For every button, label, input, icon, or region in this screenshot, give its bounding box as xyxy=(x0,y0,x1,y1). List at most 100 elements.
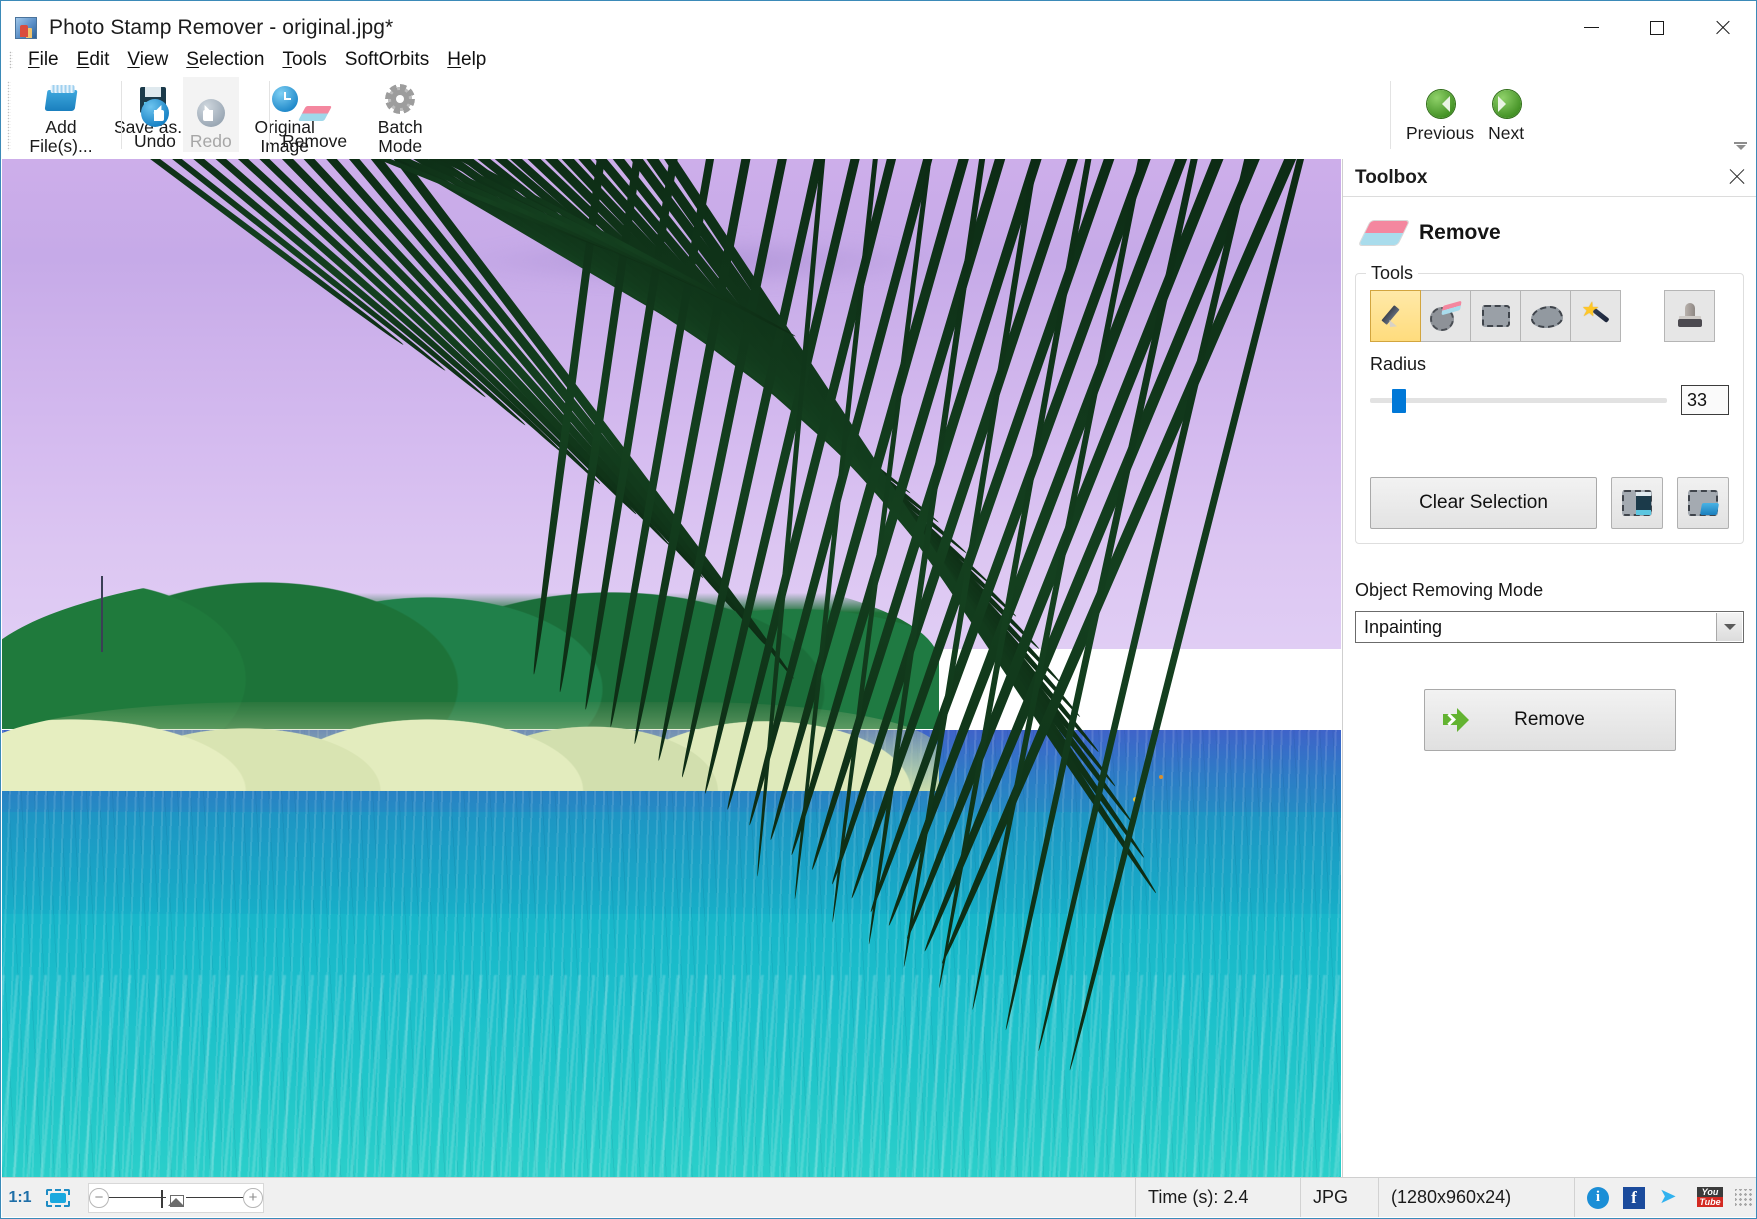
stamp-tool-button[interactable] xyxy=(1664,290,1715,342)
facebook-icon[interactable]: f xyxy=(1623,1187,1645,1209)
minimize-icon xyxy=(1584,27,1599,28)
undo-label: Undo xyxy=(134,132,176,151)
fit-to-window-button[interactable] xyxy=(38,1178,78,1217)
island-headland xyxy=(2,567,939,791)
status-social-icons: i f ➤ You Tube xyxy=(1575,1178,1735,1217)
window-title: Photo Stamp Remover - original.jpg* xyxy=(49,16,393,40)
radius-slider-row: 33 xyxy=(1370,385,1729,415)
toolbar-separator-3 xyxy=(1390,81,1391,149)
magic-wand-tool-button[interactable] xyxy=(1570,290,1621,342)
image-dimensions-label: (1280x960x24) xyxy=(1379,1178,1575,1217)
tools-legend: Tools xyxy=(1366,263,1418,284)
object-removing-mode-value: Inpainting xyxy=(1364,617,1442,638)
clear-selection-button[interactable]: Clear Selection xyxy=(1370,477,1597,529)
eraser-icon xyxy=(298,96,332,130)
toolbar-separator-2 xyxy=(269,81,270,149)
next-button[interactable]: Next xyxy=(1481,77,1531,144)
photo-tropical-beach-palm-frond[interactable] xyxy=(2,159,1341,1179)
pencil-icon xyxy=(1381,301,1411,331)
magic-wand-icon xyxy=(1581,302,1611,330)
menu-item-softorbits[interactable]: SoftOrbits xyxy=(336,46,438,74)
zoom-out-button[interactable]: − xyxy=(89,1188,109,1208)
menu-item-file[interactable]: File xyxy=(19,46,68,74)
toolbox-section-title: Remove xyxy=(1419,221,1501,245)
menu-grip xyxy=(9,51,13,69)
zoom-slider[interactable]: − + xyxy=(88,1183,264,1213)
menu-item-edit[interactable]: Edit xyxy=(68,46,119,74)
menu-item-selection[interactable]: Selection xyxy=(177,46,273,74)
rectangle-select-tool-button[interactable] xyxy=(1470,290,1521,342)
undo-button[interactable]: Undo xyxy=(127,77,183,152)
toolbar: Add File(s)... Save as... Undo Redo Orig… xyxy=(1,75,1756,159)
processing-time-label: Time (s): 2.4 xyxy=(1135,1178,1301,1217)
resize-grip[interactable] xyxy=(1735,1189,1753,1207)
menu-item-tools[interactable]: Tools xyxy=(273,46,335,74)
remove-action-label: Remove xyxy=(1425,709,1675,731)
chevron-down-icon[interactable] xyxy=(1716,613,1742,641)
toolbox-title: Toolbox xyxy=(1355,167,1427,189)
youtube-icon-top: You xyxy=(1697,1187,1723,1197)
eraser-icon-large xyxy=(1359,221,1409,245)
application-window: Photo Stamp Remover - original.jpg* File… xyxy=(0,0,1757,1219)
radius-slider[interactable] xyxy=(1370,389,1667,411)
pencil-tool-button[interactable] xyxy=(1370,290,1421,342)
maximize-icon xyxy=(1650,21,1664,35)
add-files-label: Add File(s)... xyxy=(22,118,100,156)
zoom-slider-track-right xyxy=(186,1197,243,1199)
menu-item-help[interactable]: Help xyxy=(438,46,495,74)
eraser-tool-button[interactable] xyxy=(1420,290,1471,342)
file-format-label: JPG xyxy=(1301,1178,1379,1217)
toolbar-grip xyxy=(7,81,11,151)
radius-slider-track xyxy=(1370,398,1667,403)
twitter-icon[interactable]: ➤ xyxy=(1659,1187,1683,1209)
toolbar-group-actions: Remove Batch Mode xyxy=(275,77,446,157)
tools-group: Tools Radius 33 xyxy=(1355,273,1744,544)
next-label: Next xyxy=(1488,124,1524,143)
selection-buttons-row: Clear Selection xyxy=(1370,477,1729,529)
zoom-ratio-label: 1:1 xyxy=(2,1178,38,1217)
radius-label: Radius xyxy=(1370,354,1729,375)
remove-action-button[interactable]: Remove xyxy=(1424,689,1676,751)
save-selection-icon xyxy=(1622,490,1652,516)
stamp-icon xyxy=(1676,302,1704,330)
toolbox-header: Toolbox xyxy=(1343,159,1756,197)
lasso-icon xyxy=(1531,304,1561,328)
save-selection-button[interactable] xyxy=(1611,477,1663,529)
toolbox-close-icon[interactable] xyxy=(1728,168,1746,186)
undo-arrow-icon xyxy=(138,96,172,130)
load-selection-button[interactable] xyxy=(1677,477,1729,529)
add-files-button[interactable]: Add File(s)... xyxy=(15,77,107,157)
toolbar-overflow-button[interactable] xyxy=(1734,140,1748,152)
zoom-home-icon[interactable] xyxy=(168,1190,184,1206)
menu-bar: File Edit View Selection Tools SoftOrbit… xyxy=(1,45,1756,75)
close-icon xyxy=(1715,20,1731,36)
previous-button[interactable]: Previous xyxy=(1399,77,1481,144)
zoom-in-button[interactable]: + xyxy=(243,1188,263,1208)
remove-toolbar-button[interactable]: Remove xyxy=(275,77,354,152)
clear-selection-label: Clear Selection xyxy=(1419,492,1548,514)
remove-toolbar-label: Remove xyxy=(282,132,347,151)
zoom-slider-thumb[interactable] xyxy=(161,1190,163,1208)
radius-slider-thumb[interactable] xyxy=(1392,389,1406,413)
youtube-icon[interactable]: You Tube xyxy=(1697,1187,1723,1209)
object-removing-mode-select[interactable]: Inpainting xyxy=(1355,611,1744,643)
previous-arrow-icon xyxy=(1423,88,1457,122)
toolbox-body: Remove Tools Radius xyxy=(1343,197,1756,751)
fit-to-window-icon xyxy=(46,1189,70,1207)
tools-row xyxy=(1370,290,1729,342)
batch-mode-label: Batch Mode xyxy=(361,118,439,156)
redo-button[interactable]: Redo xyxy=(183,77,239,152)
batch-mode-button[interactable]: Batch Mode xyxy=(354,77,446,157)
folder-icon xyxy=(44,82,78,116)
menu-item-view[interactable]: View xyxy=(118,46,177,74)
load-selection-icon xyxy=(1688,490,1718,516)
eraser-tool-icon xyxy=(1430,301,1462,331)
toolbox-section-remove: Remove xyxy=(1355,207,1744,259)
radius-input[interactable]: 33 xyxy=(1681,385,1729,415)
image-canvas[interactable] xyxy=(2,159,1341,1179)
object-removing-mode-label: Object Removing Mode xyxy=(1355,580,1744,601)
rectangle-select-icon xyxy=(1482,305,1510,327)
lasso-tool-button[interactable] xyxy=(1520,290,1571,342)
redo-arrow-icon xyxy=(194,96,228,130)
info-icon[interactable]: i xyxy=(1587,1187,1609,1209)
